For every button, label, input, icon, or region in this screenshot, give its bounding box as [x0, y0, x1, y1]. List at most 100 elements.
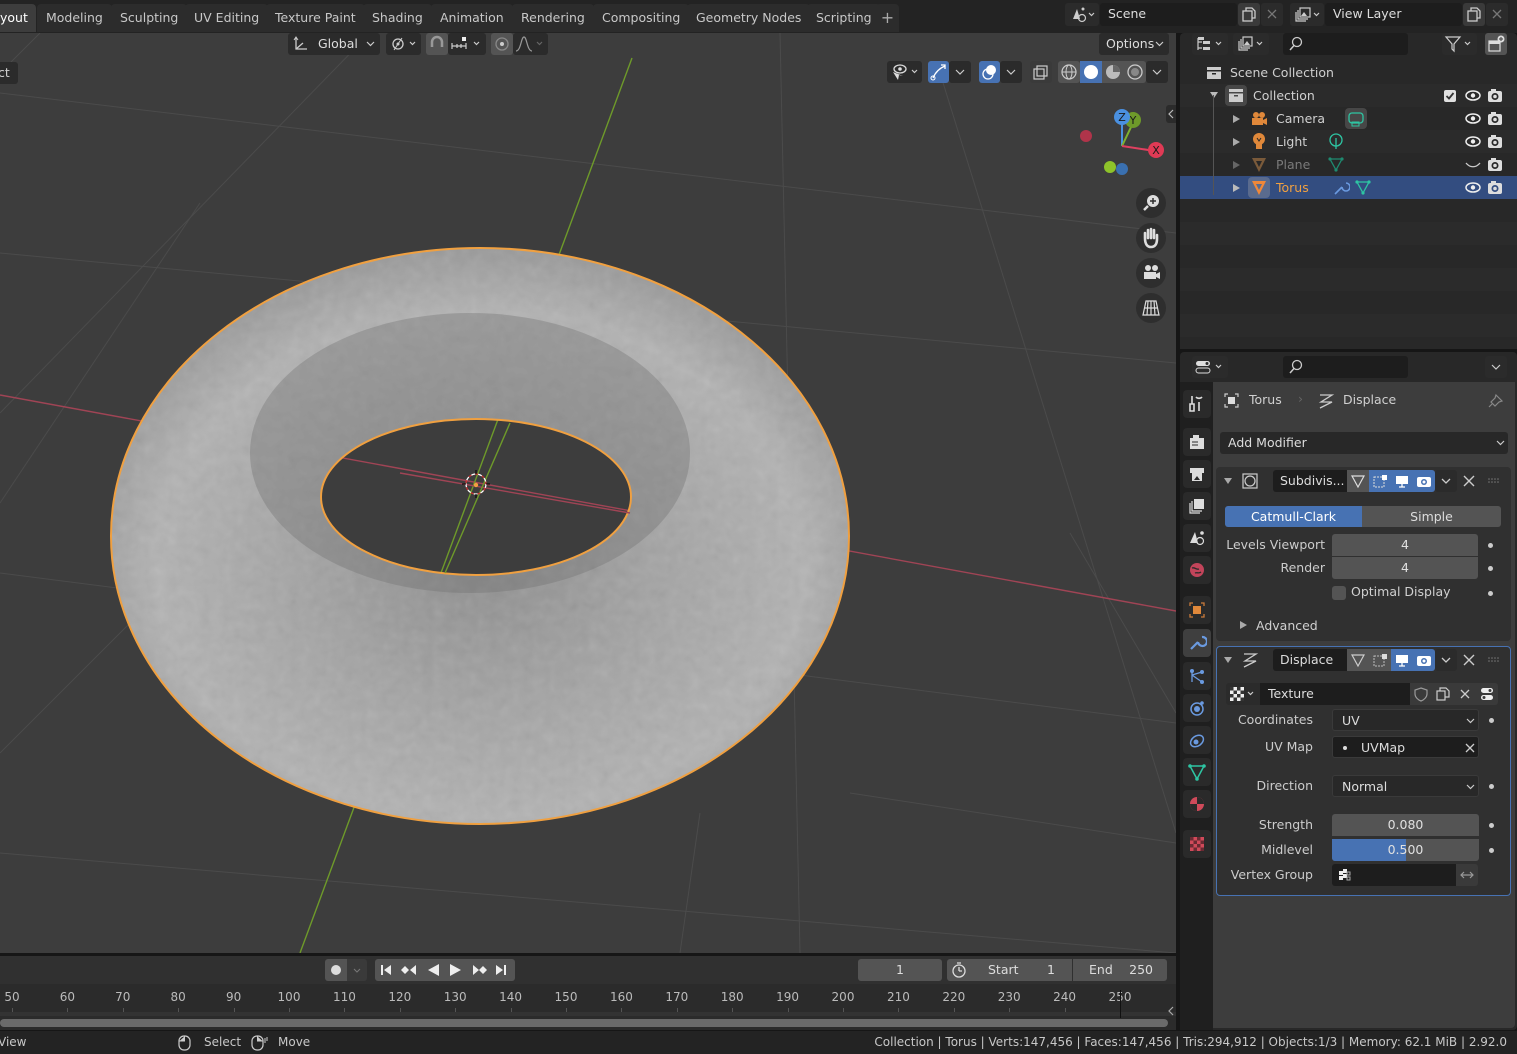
tab-object[interactable] — [1183, 596, 1211, 624]
invert-vertex-group-button[interactable] — [1456, 864, 1478, 886]
delete-view-layer-button[interactable] — [1486, 3, 1508, 26]
new-view-layer-button[interactable] — [1463, 3, 1485, 26]
next-keyframe-button[interactable] — [466, 959, 491, 981]
display-mode-dropdown[interactable] — [1192, 33, 1228, 55]
sidebar-toggle[interactable] — [1166, 105, 1176, 123]
expand-right-icon[interactable] — [1233, 115, 1240, 123]
tab-physics[interactable] — [1183, 694, 1211, 722]
render-camera-icon[interactable] — [1487, 134, 1503, 149]
tab-scene[interactable] — [1183, 524, 1211, 552]
on-cage-toggle[interactable] — [1369, 470, 1391, 492]
tab-modifiers[interactable] — [1183, 629, 1211, 657]
realtime-toggle[interactable] — [1391, 470, 1413, 492]
expand-down-icon[interactable] — [1210, 91, 1218, 100]
mesh-data-icon[interactable] — [1355, 179, 1371, 196]
light-data-icon[interactable] — [1328, 133, 1344, 150]
eye-icon[interactable] — [1465, 111, 1481, 126]
render-camera-icon[interactable] — [1487, 180, 1503, 195]
drag-handle-icon[interactable] — [1488, 657, 1500, 663]
outliner-item-collection[interactable]: Collection — [1180, 84, 1517, 107]
solid-shading-button[interactable] — [1080, 61, 1102, 83]
tab-modeling[interactable]: Modeling — [37, 4, 112, 32]
camera-view-button[interactable] — [1136, 258, 1166, 288]
tab-output[interactable] — [1183, 460, 1211, 488]
strength-field[interactable]: 0.080 — [1332, 814, 1479, 836]
eye-icon[interactable] — [1465, 134, 1481, 149]
gizmo-toggle[interactable] — [928, 61, 949, 83]
render-camera-icon[interactable] — [1487, 88, 1503, 103]
snap-target-dropdown[interactable] — [448, 33, 486, 55]
jump-to-end-button[interactable] — [491, 959, 515, 981]
view-layer-filter-dropdown[interactable] — [1233, 33, 1269, 55]
outliner-item-light[interactable]: Light — [1180, 130, 1517, 153]
realtime-toggle[interactable] — [1391, 649, 1413, 671]
clear-icon[interactable] — [1464, 742, 1476, 754]
use-preview-range-toggle[interactable] — [947, 959, 971, 981]
edit-mode-toggle[interactable] — [1347, 649, 1369, 671]
animate-property-dot[interactable] — [1489, 784, 1494, 789]
eye-icon[interactable] — [1465, 180, 1481, 195]
direction-dropdown[interactable]: Normal — [1332, 775, 1479, 797]
remove-modifier-button[interactable] — [1458, 649, 1480, 671]
outliner-item-camera[interactable]: Camera — [1180, 107, 1517, 130]
render-camera-icon[interactable] — [1487, 111, 1503, 126]
new-texture-button[interactable] — [1432, 683, 1454, 705]
gizmo-dropdown[interactable] — [949, 61, 971, 83]
new-scene-button[interactable] — [1238, 3, 1260, 26]
mode-button[interactable]: ct — [0, 62, 18, 84]
add-modifier-dropdown[interactable]: Add Modifier — [1220, 432, 1508, 454]
new-collection-button[interactable] — [1485, 33, 1507, 55]
tab-data[interactable] — [1183, 758, 1211, 786]
proportional-edit-toggle[interactable] — [491, 33, 513, 55]
texture-name-field[interactable]: Texture — [1260, 683, 1410, 705]
coordinates-dropdown[interactable]: UV — [1332, 709, 1479, 731]
tab-uv-editing[interactable]: UV Editing — [185, 4, 269, 32]
collapse-icon[interactable] — [1224, 656, 1232, 664]
unlink-texture-button[interactable] — [1454, 683, 1476, 705]
chevron-left-icon[interactable] — [1166, 1004, 1176, 1018]
shading-dropdown[interactable] — [1146, 61, 1168, 83]
animate-property-dot[interactable] — [1488, 591, 1493, 596]
timeline-scrollbar[interactable] — [0, 1019, 1168, 1027]
simple-option[interactable]: Simple — [1362, 506, 1501, 527]
delete-scene-button[interactable] — [1261, 3, 1283, 26]
outliner-item-torus[interactable]: Torus — [1180, 176, 1517, 199]
expand-right-icon[interactable] — [1233, 138, 1240, 146]
3d-viewport[interactable]: Y Z X ct Global Options — [0, 33, 1176, 953]
pin-icon[interactable] — [1487, 392, 1505, 409]
properties-search-input[interactable] — [1283, 356, 1408, 378]
animate-property-dot[interactable] — [1488, 566, 1493, 571]
subdivision-name-field[interactable]: Subdivis... — [1273, 470, 1348, 492]
advanced-subpanel-label[interactable]: Advanced — [1256, 618, 1318, 633]
wireframe-shading-button[interactable] — [1058, 61, 1080, 83]
tab-geometry-nodes[interactable]: Geometry Nodes — [687, 4, 811, 32]
tab-world[interactable] — [1183, 556, 1211, 584]
end-frame-field[interactable]: End 250 — [1073, 959, 1167, 981]
rendered-shading-button[interactable] — [1124, 61, 1146, 83]
show-texture-properties-button[interactable] — [1476, 683, 1498, 705]
outliner-item-scene-collection[interactable]: Scene Collection — [1180, 61, 1517, 84]
drag-handle-icon[interactable] — [1488, 478, 1500, 484]
tab-animation[interactable]: Animation — [431, 4, 513, 32]
expand-right-icon[interactable] — [1233, 161, 1240, 169]
tab-sculpting[interactable]: Sculpting — [111, 4, 188, 32]
material-preview-button[interactable] — [1102, 61, 1124, 83]
tab-texture[interactable] — [1183, 830, 1211, 858]
eye-icon[interactable] — [1465, 88, 1481, 103]
proportional-falloff-dropdown[interactable] — [513, 33, 548, 55]
modifier-extras-dropdown[interactable] — [1435, 649, 1457, 671]
mesh-data-icon[interactable] — [1328, 156, 1344, 173]
auto-keying-toggle[interactable] — [325, 959, 347, 981]
exclude-checkbox[interactable] — [1444, 90, 1456, 102]
catmull-clark-option[interactable]: Catmull-Clark — [1225, 506, 1362, 527]
scene-name-field[interactable]: Scene — [1100, 3, 1237, 26]
add-workspace-button[interactable]: + — [876, 4, 899, 32]
fake-user-button[interactable] — [1410, 683, 1432, 705]
tab-render[interactable] — [1183, 428, 1211, 456]
overlays-toggle[interactable] — [979, 61, 1000, 83]
selectability-visibility-dropdown[interactable] — [887, 61, 922, 83]
editor-type-dropdown[interactable] — [1192, 356, 1228, 378]
edit-mode-toggle[interactable] — [1347, 470, 1369, 492]
view-layer-name-field[interactable]: View Layer — [1325, 3, 1462, 26]
navigation-gizmo[interactable]: Y Z X — [1080, 109, 1164, 175]
